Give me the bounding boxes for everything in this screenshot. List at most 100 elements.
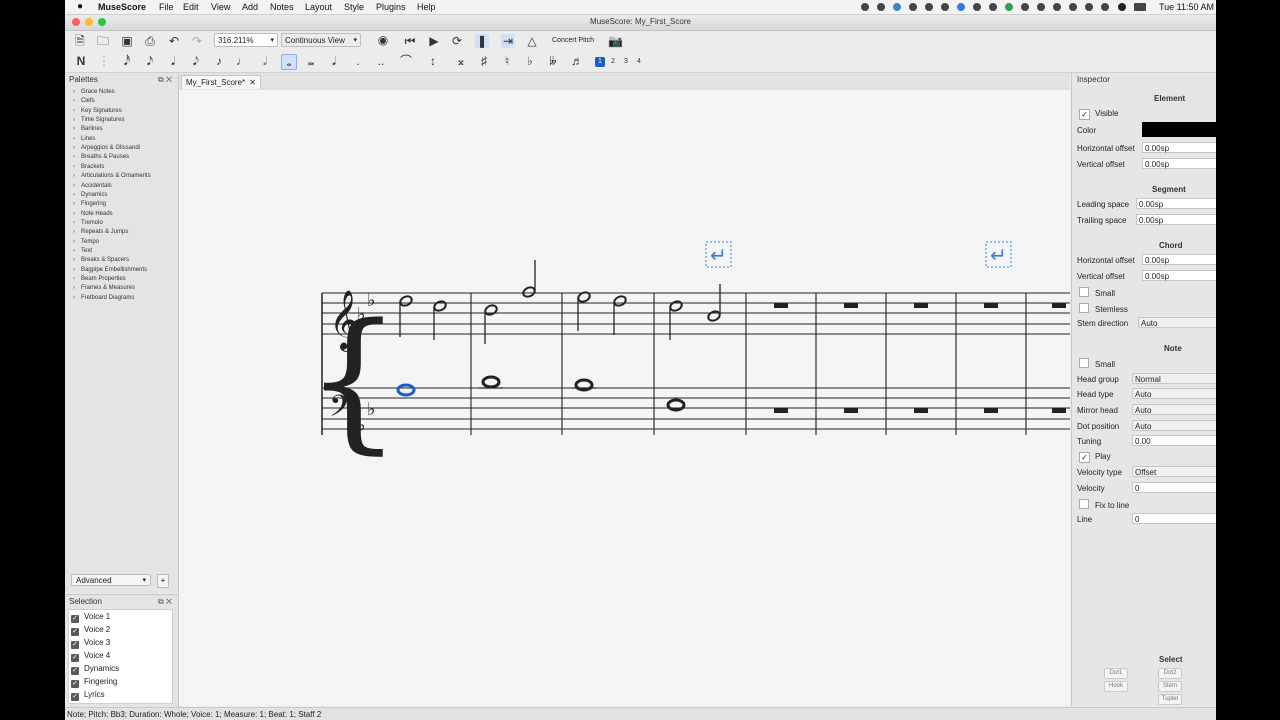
menu-notes[interactable]: Notes (270, 2, 294, 12)
dot-position-select[interactable]: Auto (1132, 420, 1216, 431)
tray-keychain-icon[interactable] (1085, 3, 1093, 11)
panel-controls[interactable]: ⧉ ✕ (158, 75, 172, 85)
double-flat-icon[interactable]: 𝄫 (546, 54, 560, 68)
select-stem-button[interactable]: Stem (1158, 681, 1182, 692)
selection-filter-item[interactable]: ✓ Voice 2 (71, 625, 110, 636)
wifi-icon[interactable] (1118, 3, 1126, 11)
velocity-field[interactable]: 0 (1132, 482, 1216, 493)
voice-1-button[interactable]: 1 (595, 57, 605, 67)
tray-clock-icon[interactable] (1053, 3, 1061, 11)
note-input-n-icon[interactable]: N (74, 54, 88, 68)
open-folder-icon[interactable]: 🗀 (96, 34, 110, 48)
velocity-type-select[interactable]: Offset (1132, 466, 1216, 477)
tray-pause-icon[interactable] (989, 3, 997, 11)
selection-filter-item[interactable]: ✓ Dynamics (71, 664, 119, 675)
tray-mail-icon[interactable] (909, 3, 917, 11)
view-mode-select[interactable]: Continuous View ▾ (281, 33, 361, 47)
print-icon[interactable]: ⎙ (143, 34, 157, 48)
eighth-note-alt-icon[interactable]: ♪ (212, 54, 226, 68)
visible-checkbox[interactable]: ✓ Visible (1079, 109, 1118, 120)
palette-item[interactable]: › Fretboard Diagrams (73, 295, 134, 301)
natural-icon[interactable]: ♮ (500, 54, 514, 68)
chord-h-offset-field[interactable]: 0.00sp (1142, 254, 1216, 265)
score-notation[interactable]: { 𝄞 𝄢 ♭ ♭ ♭ ♭ ↵ ↵ (179, 90, 1070, 706)
menu-style[interactable]: Style (344, 2, 364, 12)
voice-toggle-icon[interactable]: ♬ (570, 54, 584, 68)
tab-my-first-score[interactable]: My_First_Score* ✕ (181, 75, 261, 89)
palette-item[interactable]: › Grace Notes (73, 89, 115, 95)
play-repeats-icon[interactable]: ❚ (475, 34, 489, 48)
selection-filter-item[interactable]: ✓ Fingering (71, 677, 117, 688)
32nd-note-icon[interactable]: 𝅘𝅥𝅯 (143, 54, 157, 68)
redo-icon[interactable]: ↷ (190, 34, 204, 48)
score-canvas[interactable]: { 𝄞 𝄢 ♭ ♭ ♭ ♭ ↵ ↵ (179, 90, 1070, 706)
menu-view[interactable]: View (211, 2, 230, 12)
concert-pitch-button[interactable]: Concert Pitch (552, 37, 594, 44)
tray-drive-icon[interactable] (941, 3, 949, 11)
double-dot-icon[interactable]: .. (374, 54, 388, 68)
palette-item[interactable]: › Arpeggios & Glissandi (73, 145, 140, 151)
voice-4-button[interactable]: 4 (634, 57, 644, 67)
breve-icon[interactable]: 𝅜 (304, 54, 318, 68)
panel-controls[interactable]: ⧉ ✕ (158, 597, 172, 607)
palette-item[interactable]: › Beam Properties (73, 276, 126, 282)
trailing-space-field[interactable]: 0.00sp (1136, 214, 1216, 225)
tray-evernote-icon[interactable] (1005, 3, 1013, 11)
save-icon[interactable]: ▣ (120, 34, 134, 48)
palette-item[interactable]: › Repeats & Jumps (73, 229, 128, 235)
undo-icon[interactable]: ↶ (167, 34, 181, 48)
mirror-head-select[interactable]: Auto (1132, 404, 1216, 415)
note-small-checkbox[interactable]: Small (1079, 358, 1115, 369)
palette-item[interactable]: › Tremolo (73, 220, 103, 226)
head-type-select[interactable]: Auto (1132, 388, 1216, 399)
select-hook-button[interactable]: Hook (1104, 681, 1128, 692)
select-tuplet-button[interactable]: Tuplet (1158, 694, 1182, 705)
tray-dropbox-icon[interactable] (957, 3, 965, 11)
add-workspace-button[interactable]: + (157, 574, 169, 588)
palette-item[interactable]: › Barlines (73, 126, 103, 132)
menubar-clock[interactable]: Tue 11:50 AM (1159, 2, 1214, 12)
pan-score-icon[interactable]: ⇥ (501, 34, 515, 48)
stemless-checkbox[interactable]: Stemless (1079, 303, 1128, 314)
note-input-mode-icon[interactable]: ◉ (376, 33, 390, 47)
palette-item[interactable]: › Breaks & Spacers (73, 257, 129, 263)
zoom-select[interactable]: 316.211% ▾ (214, 33, 278, 47)
tray-sync-icon[interactable] (1021, 3, 1029, 11)
tie-icon[interactable]: ⌒ (399, 54, 413, 68)
select-dot1-button[interactable]: Dot1 (1104, 668, 1128, 679)
v-offset-field[interactable]: 0.00sp (1142, 158, 1216, 169)
selection-filter-item[interactable]: ✓ Voice 1 (71, 612, 110, 623)
tray-info-icon[interactable] (973, 3, 981, 11)
tray-app-icon[interactable] (861, 3, 869, 11)
64th-note-icon[interactable]: 𝅘𝅥𝅰 (120, 54, 134, 68)
palette-item[interactable]: › Breaths & Pauses (73, 154, 129, 160)
longa-icon[interactable]: 𝅘𝅥 (327, 54, 341, 68)
leading-space-field[interactable]: 0.00sp (1136, 198, 1216, 209)
quarter-note-icon[interactable]: ♩ (235, 54, 249, 68)
tray-twitter-icon[interactable] (893, 3, 901, 11)
tray-calendar-icon[interactable] (1037, 3, 1045, 11)
palette-item[interactable]: › Articulations & Ornaments (73, 173, 151, 179)
palette-item[interactable]: › Frames & Measures (73, 285, 135, 291)
tray-puzzle-icon[interactable] (925, 3, 933, 11)
eighth-note-icon[interactable]: 𝅘𝅥𝅮 (189, 54, 203, 68)
play-icon[interactable]: ▶ (427, 34, 441, 48)
color-swatch[interactable] (1142, 122, 1216, 137)
voice-3-button[interactable]: 3 (621, 57, 631, 67)
flat-icon[interactable]: ♭ (523, 54, 537, 68)
palette-item[interactable]: › Dynamics (73, 192, 107, 198)
voice-2-button[interactable]: 2 (608, 57, 618, 67)
palette-item[interactable]: › Bagpipe Embellishments (73, 267, 147, 273)
image-capture-icon[interactable]: 📷 (608, 34, 623, 48)
metronome-icon[interactable]: △ (525, 34, 539, 48)
line-field[interactable]: 0 (1132, 513, 1216, 524)
new-score-icon[interactable]: 🗎 (73, 34, 87, 48)
workspace-select[interactable]: Advanced ▾ (71, 574, 151, 586)
menu-plugins[interactable]: Plugins (376, 2, 406, 12)
menu-edit[interactable]: Edit (183, 2, 199, 12)
chord-small-checkbox[interactable]: Small (1079, 287, 1115, 298)
selection-filter-item[interactable]: ✓ Lyrics (71, 690, 105, 701)
h-offset-field[interactable]: 0.00sp (1142, 142, 1216, 153)
palette-item[interactable]: › Accidentals (73, 183, 112, 189)
tray-heart-icon[interactable] (1069, 3, 1077, 11)
